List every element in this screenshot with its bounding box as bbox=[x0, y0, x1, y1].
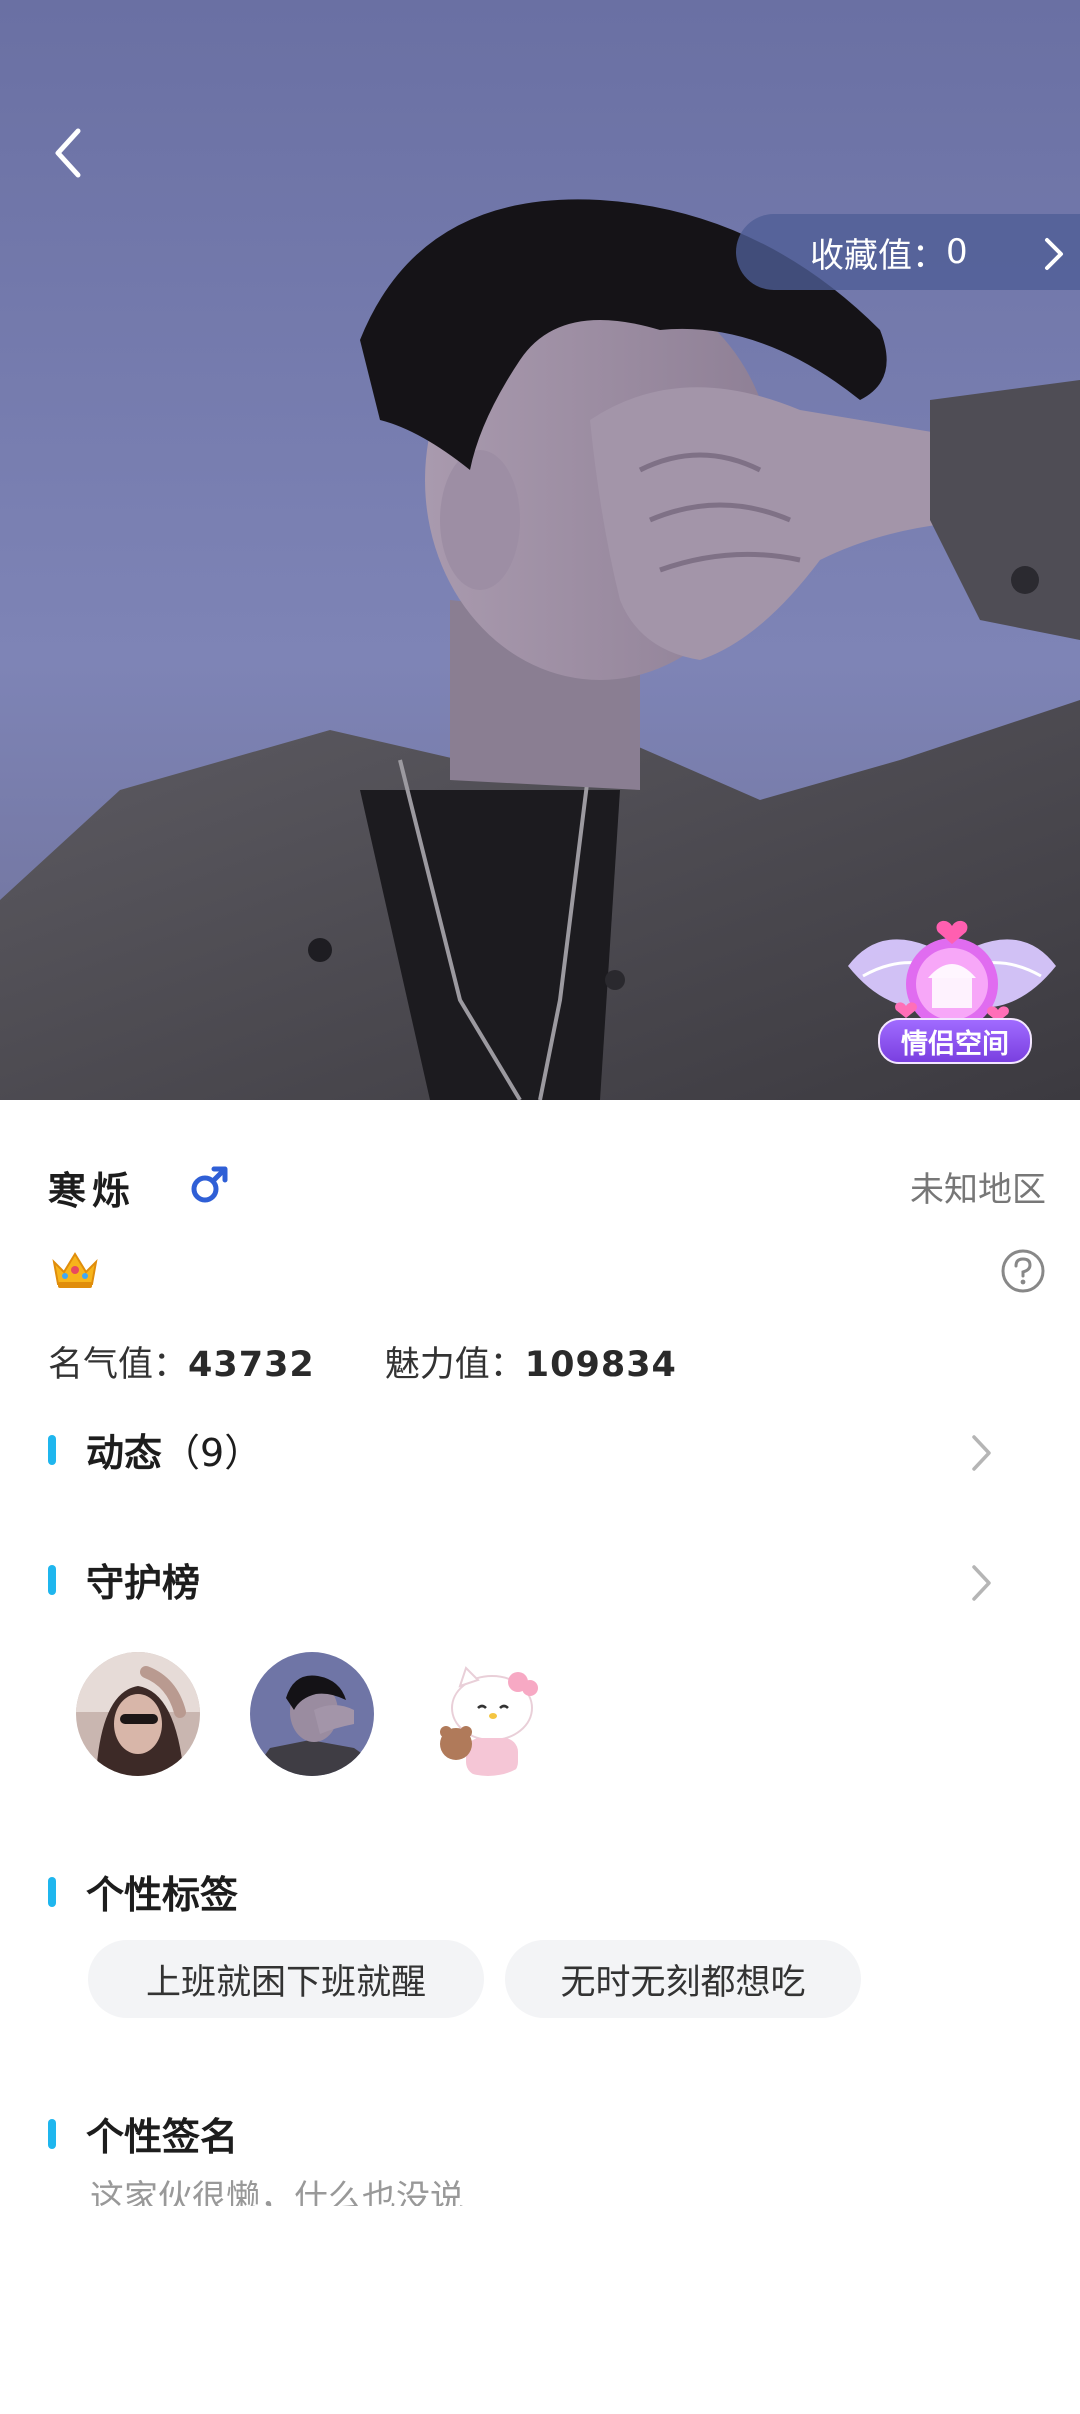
help-icon[interactable] bbox=[1000, 1248, 1046, 1294]
chevron-right-icon bbox=[972, 1435, 991, 1471]
avatar-hello-kitty bbox=[426, 1652, 550, 1776]
guardian-avatar-2[interactable] bbox=[250, 1652, 374, 1776]
back-button[interactable] bbox=[38, 118, 98, 188]
moments-count: （9） bbox=[162, 1431, 263, 1475]
personal-tag-2: 无时无刻都想吃 bbox=[505, 1940, 861, 2018]
guardian-avatar-1[interactable] bbox=[76, 1652, 200, 1776]
couple-space-label: 情侣空间 bbox=[878, 1018, 1032, 1064]
fame-value: 43732 bbox=[188, 1345, 315, 1385]
chevron-left-icon bbox=[55, 128, 81, 178]
collect-label: 收藏值： bbox=[810, 235, 946, 276]
avatar-woman bbox=[76, 1652, 200, 1776]
charm-label: 魅力值： bbox=[384, 1345, 525, 1385]
moments-section-row[interactable]: 动态 （9） bbox=[0, 1408, 1080, 1498]
stats-row: 名气值：43732 魅力值：109834 bbox=[48, 1336, 677, 1387]
signature-title: 个性签名 bbox=[48, 2106, 238, 2161]
charm-value: 109834 bbox=[524, 1345, 677, 1385]
chevron-right-icon bbox=[1045, 238, 1063, 270]
male-gender-icon bbox=[191, 1166, 228, 1203]
guardian-avatar-3[interactable] bbox=[426, 1652, 550, 1776]
fame-label: 名气值： bbox=[48, 1345, 189, 1385]
winged-heart-icon bbox=[848, 920, 1056, 1030]
accent-bar bbox=[48, 1564, 56, 1595]
accent-bar bbox=[48, 1876, 56, 1907]
personal-tag-1: 上班就困下班就醒 bbox=[88, 1940, 484, 2018]
accent-bar bbox=[48, 1434, 56, 1465]
avatar-man bbox=[250, 1652, 374, 1776]
couple-space-badge[interactable]: 情侣空间 bbox=[828, 906, 1076, 1076]
user-name: 寒烁 bbox=[48, 1169, 137, 1213]
tags-title: 个性标签 bbox=[48, 1864, 238, 1919]
guardians-title: 守护榜 bbox=[48, 1552, 200, 1607]
signature-text: 这家伙很懒，什么也没说 bbox=[90, 2178, 464, 2206]
accent-bar bbox=[48, 2118, 56, 2149]
tags-title-text: 个性标签 bbox=[86, 1873, 239, 1917]
chevron-right-icon bbox=[972, 1565, 991, 1601]
collect-value: 0 bbox=[946, 232, 968, 272]
signature-title-text: 个性签名 bbox=[86, 2115, 239, 2159]
profile-cover-photo: 收藏值： 0 情侣空间 bbox=[0, 0, 1080, 1100]
guardians-title-text: 守护榜 bbox=[86, 1561, 201, 1605]
moments-title-text: 动态 bbox=[86, 1431, 163, 1475]
guardians-section-row[interactable]: 守护榜 bbox=[0, 1538, 1080, 1628]
collect-value-button[interactable]: 收藏值： 0 bbox=[736, 214, 1080, 290]
moments-title: 动态 （9） bbox=[48, 1422, 262, 1477]
crown-icon bbox=[52, 1252, 98, 1288]
region-label: 未知地区 bbox=[910, 1170, 1046, 1210]
